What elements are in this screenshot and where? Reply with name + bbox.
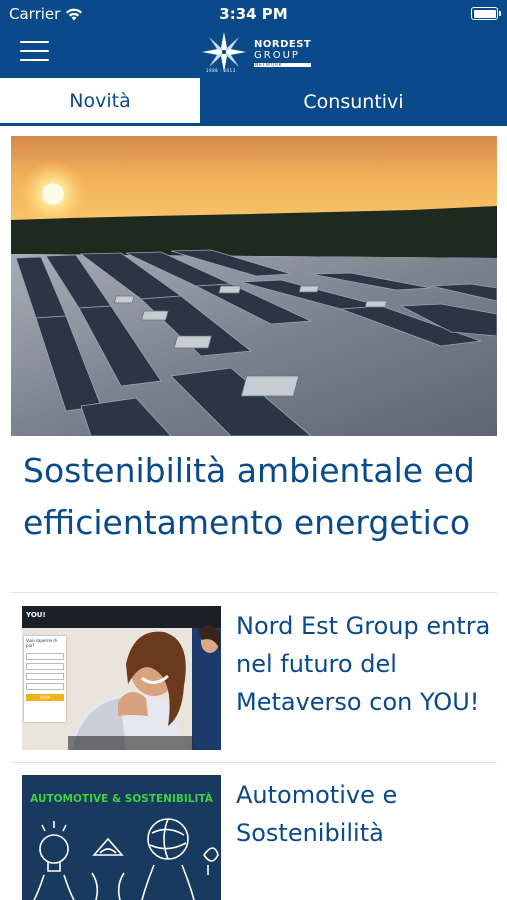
tab-bar: Novità Consuntivi: [0, 78, 507, 126]
clock: 3:34 PM: [219, 5, 288, 23]
article-thumbnail[interactable]: YOU! Vuoi saperne di più? INVIA: [22, 606, 221, 750]
article-title[interactable]: Automotive e Sostenibilità: [236, 776, 491, 852]
logo-line-1: NORDEST: [254, 39, 312, 50]
hero-title[interactable]: Sostenibilità ambientale ed efficientame…: [23, 445, 488, 549]
divider: [11, 592, 497, 593]
logo-wordmark: NORDEST GROUP NETWORK: [254, 39, 312, 67]
status-bar: Carrier 3:34 PM: [0, 0, 507, 28]
article-title[interactable]: Nord Est Group entra nel futuro del Meta…: [236, 607, 491, 721]
hamburger-menu-icon[interactable]: [20, 41, 49, 62]
tab-consuntivi[interactable]: Consuntivi: [200, 78, 507, 126]
tab-novita[interactable]: Novità: [0, 78, 200, 126]
nordest-group-logo: 1988 · 2013 NORDEST GROUP NETWORK: [198, 30, 312, 76]
logo-line-3: NETWORK: [254, 63, 312, 67]
battery-fill: [473, 9, 496, 18]
battery-icon: [471, 7, 501, 20]
logo-year: 1988 · 2013: [206, 68, 236, 73]
article-thumbnail[interactable]: AUTOMOTIVE & SOSTENIBILITÀ: [22, 775, 221, 900]
app-header: Carrier 3:34 PM 1988 · 2013 NORDEST GROU…: [0, 0, 507, 78]
logo-line-2: GROUP: [254, 50, 300, 61]
hero-image[interactable]: [11, 136, 497, 436]
divider: [11, 762, 497, 763]
